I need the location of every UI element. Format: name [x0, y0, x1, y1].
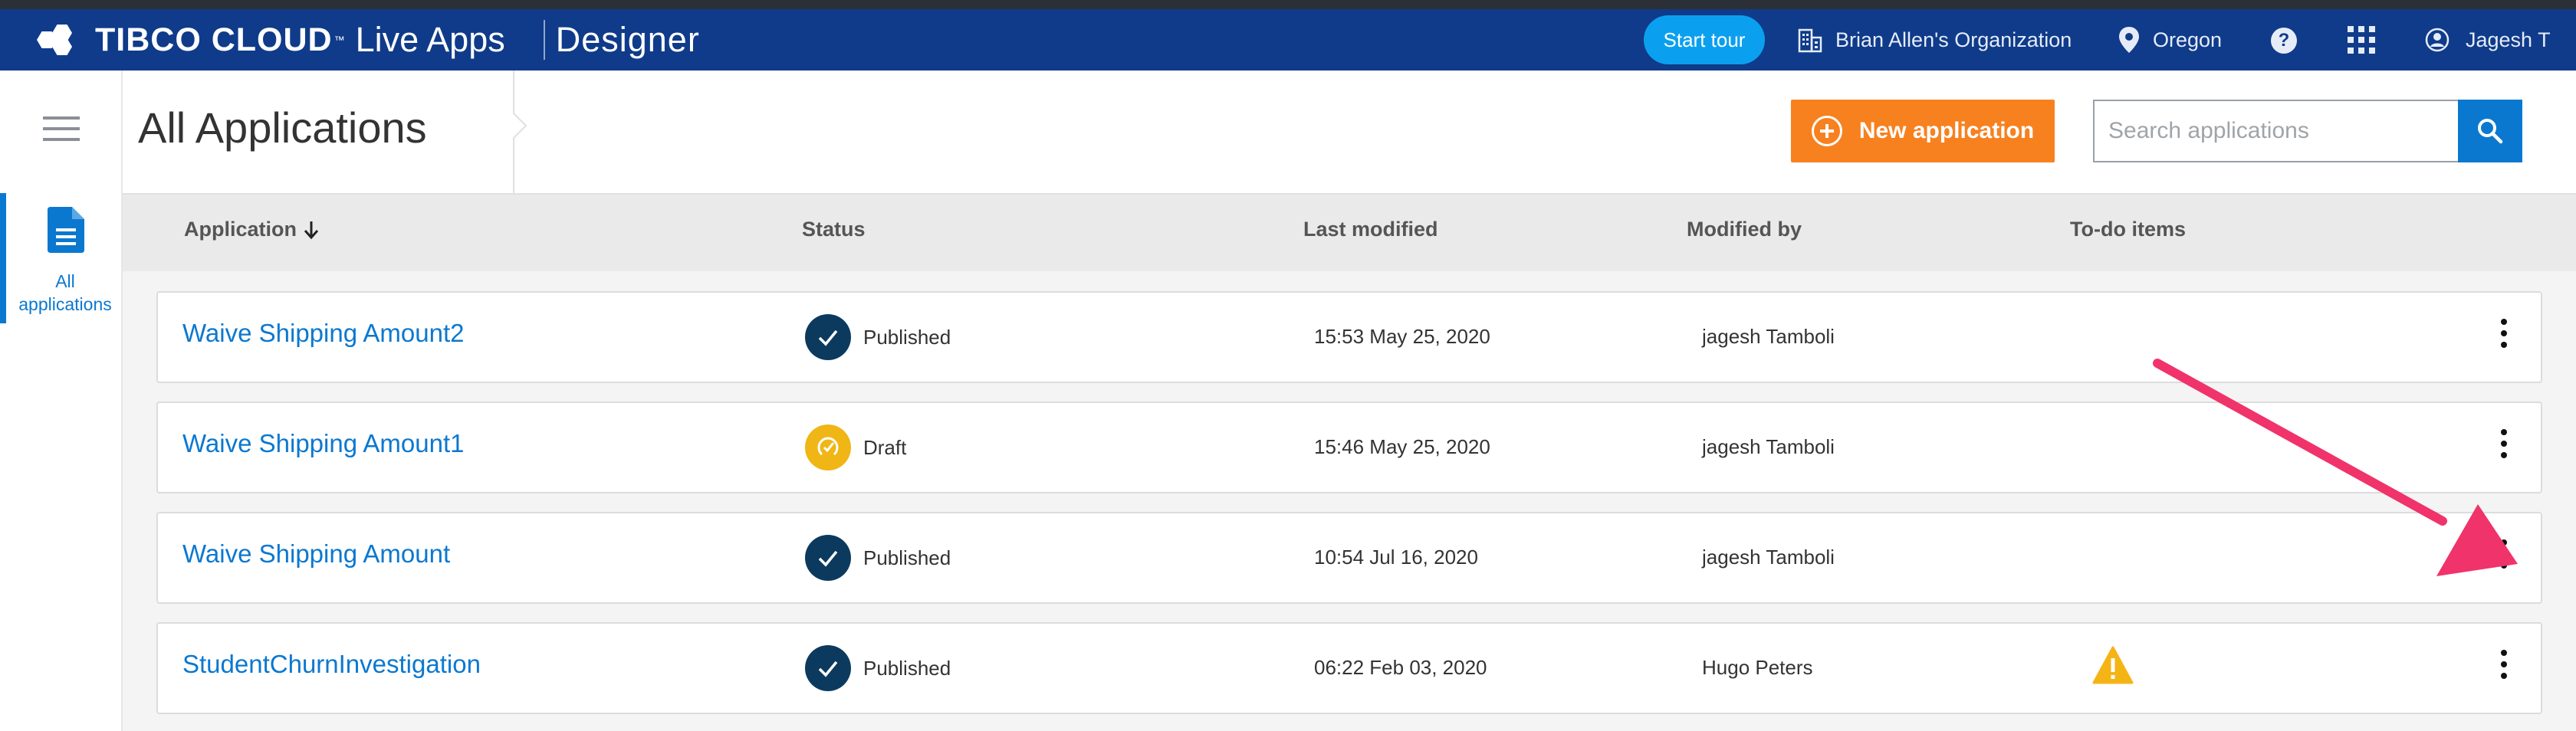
brand-trademark: ™: [334, 34, 345, 46]
title-divider: [513, 70, 527, 193]
user-menu[interactable]: Jagesh T: [2424, 9, 2551, 70]
search-icon: [2478, 119, 2503, 144]
building-icon: [1798, 28, 1822, 53]
last-modified-value: 06:22 Feb 03, 2020: [1314, 656, 1487, 679]
organization-name: Brian Allen's Organization: [1835, 28, 2072, 51]
organization-selector[interactable]: Brian Allen's Organization: [1797, 9, 2072, 70]
applications-table: Application Status Last modified Modifie…: [123, 193, 2576, 731]
status-cell: Draft: [805, 423, 906, 472]
modified-by-value: Hugo Peters: [1702, 656, 1813, 679]
status-cell: Published: [805, 644, 951, 693]
row-actions-kebab-icon[interactable]: [2496, 429, 2512, 469]
table-header: Application Status Last modified Modifie…: [123, 195, 2576, 271]
new-application-label: New application: [1858, 118, 2035, 143]
location-pin-icon: [2119, 27, 2139, 53]
published-check-icon: [805, 314, 851, 360]
status-label: Draft: [863, 435, 907, 459]
region-selector[interactable]: Oregon: [2118, 9, 2222, 70]
user-name: Jagesh T: [2466, 28, 2551, 51]
column-header-modified-by: Modified by: [1687, 218, 1802, 241]
sidebar-item-all-applications[interactable]: All applications: [0, 193, 121, 323]
last-modified-value: 15:53 May 25, 2020: [1314, 325, 1490, 348]
status-label: Published: [863, 546, 951, 569]
hamburger-menu-icon[interactable]: [43, 116, 80, 143]
brand-divider: [543, 20, 545, 60]
row-actions-kebab-icon[interactable]: [2496, 539, 2512, 579]
column-header-todo: To-do items: [2070, 218, 2186, 241]
published-check-icon: [805, 645, 851, 691]
table-row[interactable]: Waive Shipping Amount1 Draft 15:46 May 2…: [156, 402, 2542, 493]
app-launcher-icon[interactable]: [2348, 26, 2375, 54]
row-actions-kebab-icon[interactable]: [2496, 650, 2512, 690]
application-name-link[interactable]: Waive Shipping Amount: [182, 539, 450, 569]
document-icon: [48, 207, 84, 253]
region-name: Oregon: [2153, 28, 2223, 51]
todo-warning-icon[interactable]: [2091, 645, 2134, 689]
brand-product-line: Live Apps: [355, 20, 505, 59]
brand-name: TIBCO CLOUD: [95, 21, 333, 58]
table-row[interactable]: Waive Shipping Amount Published 10:54 Ju…: [156, 512, 2542, 604]
status-label: Published: [863, 656, 951, 680]
column-header-last-modified: Last modified: [1303, 218, 1438, 241]
draft-gauge-icon: [805, 425, 851, 470]
help-icon[interactable]: ?: [2271, 28, 2297, 54]
start-tour-button[interactable]: Start tour: [1644, 15, 1765, 64]
status-label: Published: [863, 325, 951, 349]
status-cell: Published: [805, 533, 951, 582]
new-application-button[interactable]: New application: [1791, 100, 2055, 162]
application-name-link[interactable]: Waive Shipping Amount2: [182, 319, 465, 348]
left-sidebar: All applications: [0, 70, 123, 731]
column-header-application[interactable]: Application: [184, 218, 320, 241]
product-name: Designer: [555, 20, 700, 59]
search-input[interactable]: [2093, 100, 2458, 162]
modified-by-value: jagesh Tamboli: [1702, 435, 1835, 458]
tibco-logo-icon: [37, 25, 87, 55]
page-header: All Applications New application: [123, 70, 2576, 193]
brand[interactable]: TIBCO CLOUD ™ Live Apps Designer: [37, 9, 700, 70]
last-modified-value: 15:46 May 25, 2020: [1314, 435, 1490, 458]
last-modified-value: 10:54 Jul 16, 2020: [1314, 546, 1478, 569]
column-header-status: Status: [802, 218, 866, 241]
top-navigation-bar: TIBCO CLOUD ™ Live Apps Designer Start t…: [0, 9, 2576, 70]
user-avatar-icon: [2425, 28, 2450, 52]
add-circle-icon: [1811, 116, 1842, 146]
table-row[interactable]: Waive Shipping Amount2 Published 15:53 M…: [156, 291, 2542, 383]
page-title: All Applications: [138, 103, 427, 152]
application-name-link[interactable]: Waive Shipping Amount1: [182, 429, 465, 458]
modified-by-value: jagesh Tamboli: [1702, 325, 1835, 348]
row-actions-kebab-icon[interactable]: [2496, 319, 2512, 359]
sidebar-item-label: All applications: [18, 271, 112, 314]
status-cell: Published: [805, 313, 951, 362]
table-row[interactable]: StudentChurnInvestigation Published 06:2…: [156, 622, 2542, 714]
modified-by-value: jagesh Tamboli: [1702, 546, 1835, 569]
search-button[interactable]: [2458, 100, 2522, 162]
sort-descending-icon[interactable]: [303, 220, 320, 240]
application-name-link[interactable]: StudentChurnInvestigation: [182, 650, 481, 679]
published-check-icon: [805, 535, 851, 581]
window-top-strip: [0, 0, 2576, 9]
